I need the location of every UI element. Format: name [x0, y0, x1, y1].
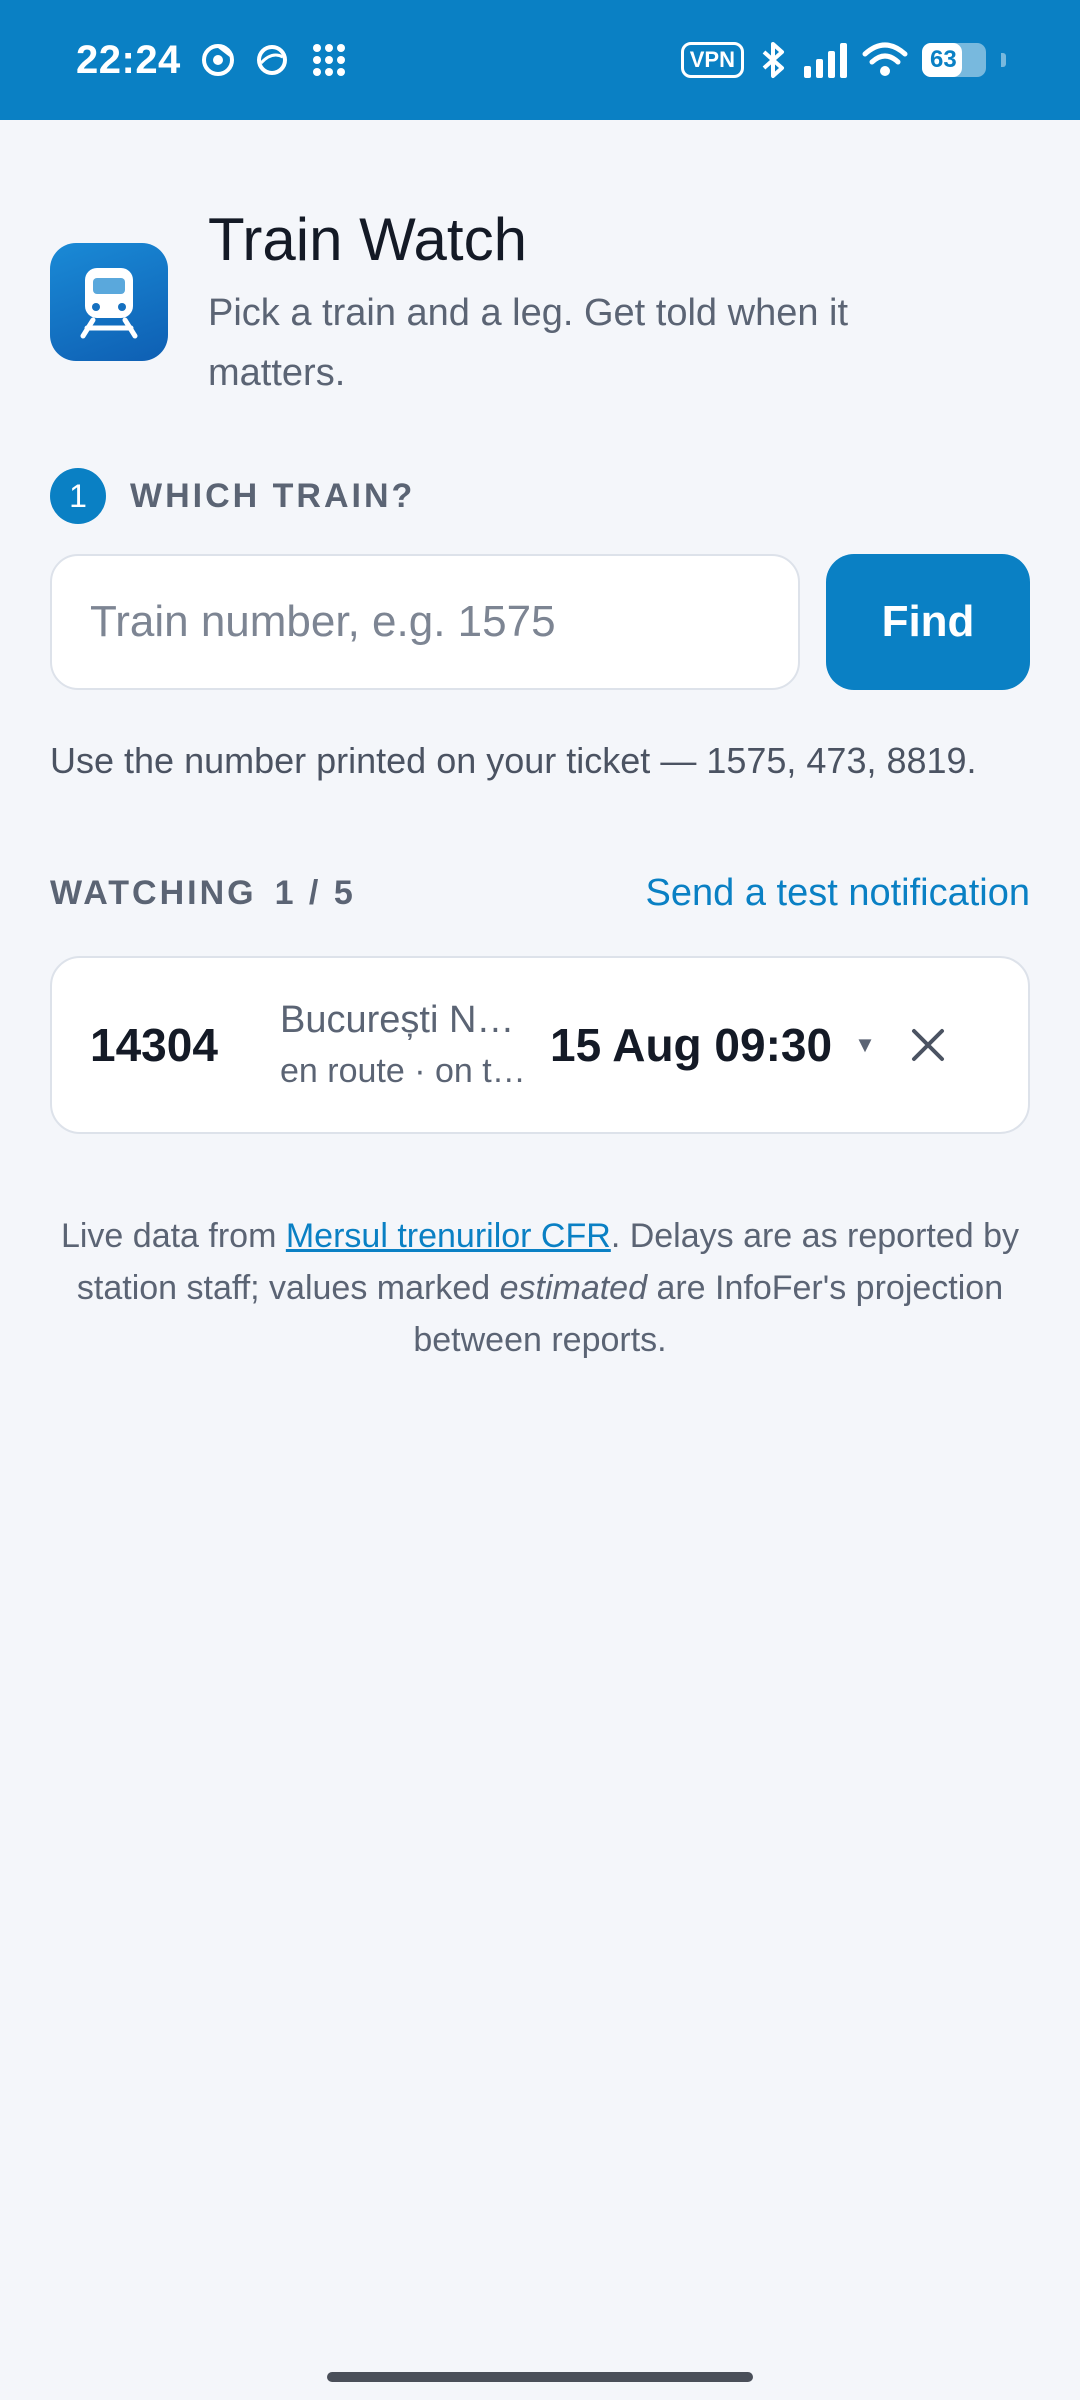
watching-header: WATCHING 1 / 5 Send a test notification: [50, 872, 1030, 915]
bluetooth-icon: [758, 40, 788, 80]
cfr-timetable-link[interactable]: Mersul trenurilor CFR: [286, 1217, 611, 1255]
watched-train-card[interactable]: 14304 București Nord en route · on time …: [50, 956, 1030, 1134]
battery-cap: [1001, 53, 1006, 67]
close-icon[interactable]: [898, 1015, 958, 1075]
footer-emphasis: estimated: [499, 1269, 647, 1307]
ticket-hint: Use the number printed on your ticket — …: [50, 740, 977, 781]
train-icon: [50, 243, 168, 361]
header-text: Train Watch Pick a train and a leg. Get …: [208, 205, 968, 403]
wifi-icon: [862, 42, 908, 78]
watching-count: 1 / 5: [274, 874, 356, 912]
footer-prefix: Live data from: [60, 1217, 286, 1255]
app-subtitle: Pick a train and a leg. Get told when it…: [208, 292, 849, 394]
step-label: WHICH TRAIN?: [130, 476, 416, 515]
signal-icon: [802, 42, 848, 78]
departure-time: 15 Aug 09:30: [550, 1019, 833, 1071]
find-button[interactable]: Find: [826, 554, 1030, 690]
caret-down-icon[interactable]: ▼: [840, 1032, 890, 1058]
send-test-notification-link[interactable]: Send a test notification: [646, 872, 1030, 915]
chrome-icon: [201, 43, 235, 77]
status-time: 22:24: [76, 37, 181, 82]
home-indicator[interactable]: [327, 2372, 753, 2382]
status-bar-right: VPN 63: [680, 40, 1006, 80]
train-search-form: Find: [50, 554, 1030, 690]
route-status: en route · on time: [280, 1052, 530, 1090]
battery-icon: 63: [922, 43, 986, 77]
step-number-badge: 1: [50, 468, 106, 524]
route-station: București Nord: [280, 999, 530, 1041]
battery-level: 63: [930, 46, 957, 73]
route-info: București Nord en route · on time: [280, 999, 550, 1091]
train-number: 14304: [90, 1019, 218, 1071]
app-title: Train Watch: [208, 206, 527, 273]
train-number-input[interactable]: [50, 554, 800, 690]
app-header: Train Watch Pick a train and a leg. Get …: [50, 205, 1030, 403]
watching-title: WATCHING: [50, 874, 257, 912]
vpn-badge: VPN: [680, 42, 744, 78]
status-bar: 22:24 VPN 63: [0, 0, 1080, 120]
status-bar-left: 22:24: [76, 38, 349, 83]
apps-grid-icon: [309, 40, 349, 80]
data-source-note: Live data from Mersul trenurilor CFR. De…: [60, 1210, 1020, 1366]
watching-label: WATCHING 1 / 5: [50, 874, 356, 913]
step-heading: 1 WHICH TRAIN?: [50, 468, 415, 524]
browser-icon: [255, 43, 289, 77]
